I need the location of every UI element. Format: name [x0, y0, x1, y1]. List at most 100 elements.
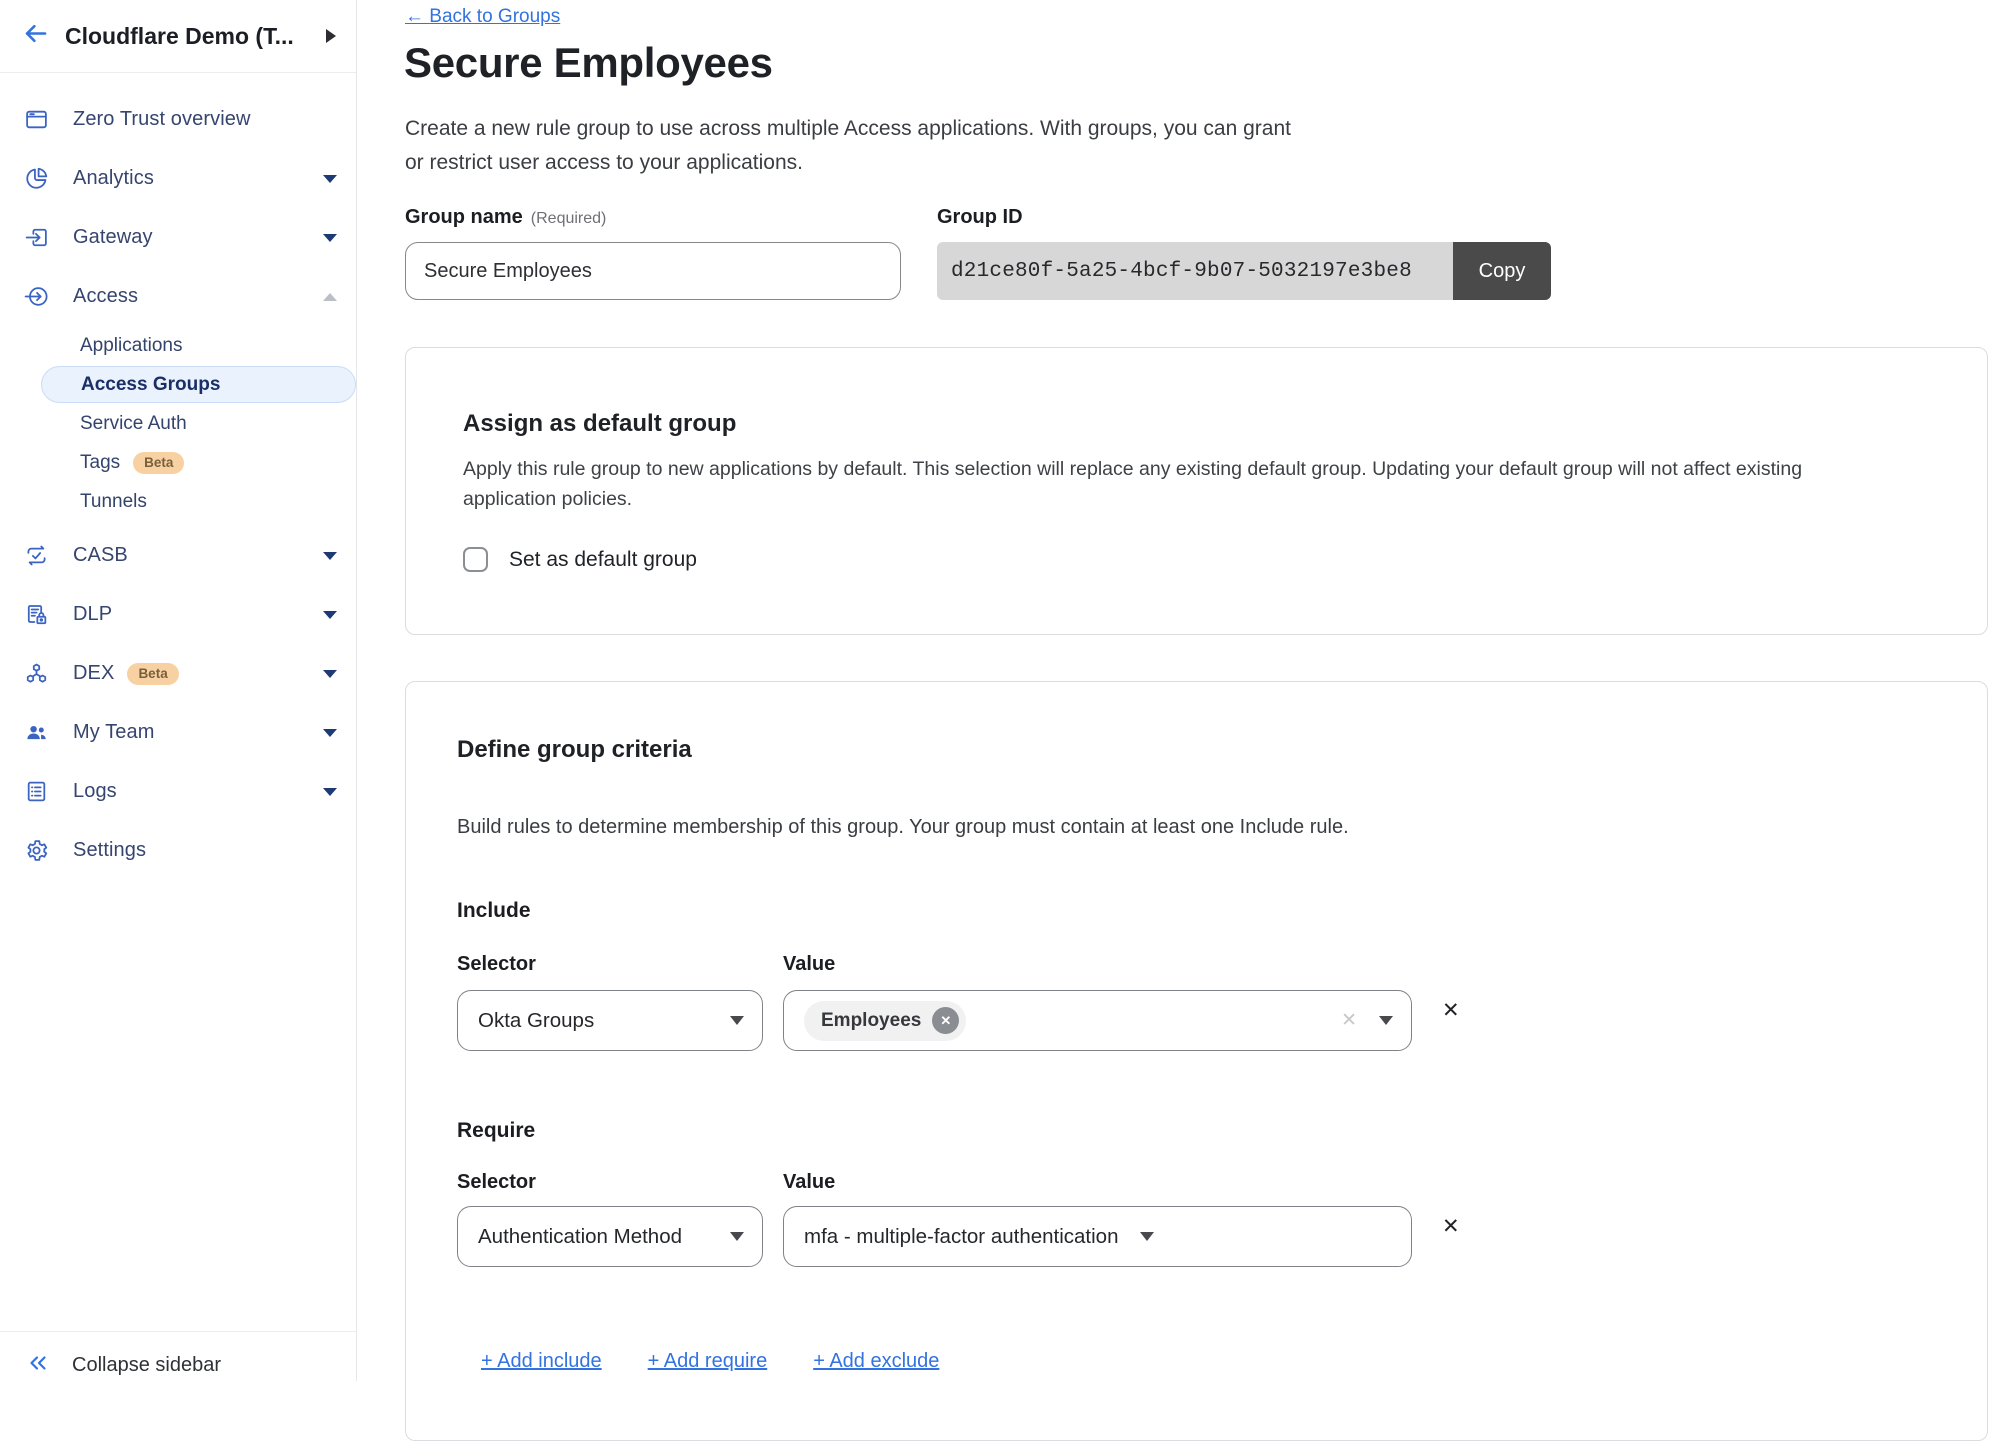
sidebar-item-casb[interactable]: CASB — [0, 526, 356, 585]
account-title: Cloudflare Demo (T... — [65, 23, 326, 50]
selected-option: Okta Groups — [478, 1009, 594, 1033]
chevron-down-icon — [1379, 1016, 1393, 1025]
beta-badge: Beta — [127, 663, 178, 685]
sidebar-item-label: Gateway — [73, 226, 153, 249]
require-heading: Require — [457, 1119, 535, 1143]
chip-label: Employees — [821, 1010, 921, 1032]
page-title: Secure Employees — [404, 39, 773, 87]
sidebar-item-label: Analytics — [73, 167, 154, 190]
remove-include-rule-icon[interactable]: ✕ — [1442, 1000, 1460, 1021]
card-title: Assign as default group — [463, 410, 736, 438]
sidebar-item-gateway[interactable]: Gateway — [0, 208, 356, 267]
copy-button[interactable]: Copy — [1453, 242, 1551, 300]
pie-chart-icon — [24, 166, 49, 191]
sidebar-item-settings[interactable]: Settings — [0, 821, 356, 880]
sidebar: Cloudflare Demo (T... Zero Trust overvie… — [0, 0, 357, 1381]
remove-require-rule-icon[interactable]: ✕ — [1442, 1216, 1460, 1237]
sidebar-nav: Zero Trust overview Analytics Gateway Ac… — [0, 73, 356, 880]
logs-icon — [24, 779, 49, 804]
casb-icon — [24, 543, 49, 568]
selected-item-pill: Access Groups — [41, 366, 356, 403]
sidebar-item-label: Tunnels — [80, 491, 147, 513]
document-lock-icon — [24, 602, 49, 627]
sidebar-item-logs[interactable]: Logs — [0, 762, 356, 821]
sidebar-item-analytics[interactable]: Analytics — [0, 149, 356, 208]
group-id-unit: d21ce80f-5a25-4bcf-9b07-5032197e3be8 Cop… — [937, 242, 1551, 300]
sidebar-item-label: Access — [73, 285, 138, 308]
default-group-checkbox-row: Set as default group — [463, 547, 697, 572]
selected-option: Authentication Method — [478, 1225, 682, 1249]
gear-icon — [24, 838, 49, 863]
sidebar-item-label: Zero Trust overview — [73, 108, 251, 131]
sidebar-item-label: DEX — [73, 662, 114, 685]
chevron-down-icon — [1140, 1232, 1154, 1241]
sidebar-item-label: Service Auth — [80, 413, 187, 435]
access-subnav: Applications Access Groups Service Auth … — [0, 326, 356, 521]
sidebar-header: Cloudflare Demo (T... — [0, 0, 356, 73]
gateway-icon — [24, 225, 49, 250]
sidebar-item-my-team[interactable]: My Team — [0, 703, 356, 762]
card-title: Define group criteria — [457, 736, 692, 764]
beta-badge: Beta — [133, 452, 184, 474]
dex-network-icon — [24, 661, 49, 686]
default-group-card: Assign as default group Apply this rule … — [405, 347, 1988, 635]
sidebar-item-dex[interactable]: DEX Beta — [0, 644, 356, 703]
group-name-input[interactable] — [405, 242, 901, 300]
chevron-up-icon — [323, 293, 337, 301]
group-id-value: d21ce80f-5a25-4bcf-9b07-5032197e3be8 — [937, 242, 1453, 300]
sidebar-item-tunnels[interactable]: Tunnels — [0, 482, 356, 521]
back-arrow-icon[interactable] — [22, 20, 49, 52]
sidebar-item-label: Tags — [80, 452, 120, 474]
sidebar-item-label: Settings — [73, 839, 146, 862]
chevron-down-icon — [323, 234, 337, 242]
chevron-down-icon — [323, 611, 337, 619]
group-id-label: Group ID — [937, 206, 1023, 229]
chevron-down-icon — [323, 552, 337, 560]
clear-value-icon[interactable]: ✕ — [1341, 1009, 1357, 1032]
team-icon — [24, 720, 49, 745]
criteria-card: Define group criteria Build rules to det… — [405, 681, 1988, 1441]
sidebar-item-label: DLP — [73, 603, 112, 626]
access-icon — [24, 284, 49, 309]
require-value-dropdown[interactable]: mfa - multiple-factor authentication — [783, 1206, 1412, 1267]
sidebar-item-label: Logs — [73, 780, 117, 803]
back-to-groups-link[interactable]: ← Back to Groups — [405, 6, 560, 28]
sidebar-item-tags[interactable]: Tags Beta — [0, 443, 356, 482]
chevron-down-icon — [323, 175, 337, 183]
sidebar-item-access-groups[interactable]: Access Groups — [0, 365, 356, 404]
include-value-multiselect[interactable]: Employees ✕ ✕ — [783, 990, 1412, 1051]
collapse-label: Collapse sidebar — [72, 1354, 221, 1377]
value-label: Value — [783, 953, 835, 976]
back-link-label: Back to Groups — [429, 6, 560, 27]
card-body: Build rules to determine membership of t… — [457, 816, 1937, 839]
chevron-right-icon[interactable] — [326, 29, 336, 43]
sidebar-item-label: My Team — [73, 721, 154, 744]
sidebar-item-applications[interactable]: Applications — [0, 326, 356, 365]
include-selector-dropdown[interactable]: Okta Groups — [457, 990, 763, 1051]
add-exclude-link[interactable]: + Add exclude — [813, 1350, 939, 1373]
sidebar-item-access[interactable]: Access — [0, 267, 356, 326]
value-chip: Employees ✕ — [804, 1001, 966, 1041]
chevron-down-icon — [323, 670, 337, 678]
page-description: Create a new rule group to use across mu… — [405, 112, 1291, 180]
collapse-sidebar-button[interactable]: Collapse sidebar — [0, 1331, 357, 1381]
value-label: Value — [783, 1171, 835, 1194]
chevron-down-icon — [323, 729, 337, 737]
add-require-link[interactable]: + Add require — [648, 1350, 768, 1373]
sidebar-item-label: Applications — [80, 335, 182, 357]
main-content: ← Back to Groups Secure Employees Create… — [358, 0, 1999, 1381]
chip-remove-icon[interactable]: ✕ — [932, 1007, 959, 1034]
left-arrow-icon: ← — [405, 6, 424, 27]
include-heading: Include — [457, 899, 531, 923]
chevron-down-icon — [323, 788, 337, 796]
add-include-link[interactable]: + Add include — [481, 1350, 602, 1373]
selector-label: Selector — [457, 953, 536, 976]
sidebar-item-dlp[interactable]: DLP — [0, 585, 356, 644]
require-selector-dropdown[interactable]: Authentication Method — [457, 1206, 763, 1267]
card-body: Apply this rule group to new application… — [463, 454, 1883, 514]
group-name-label: Group name(Required) — [405, 206, 606, 229]
sidebar-item-service-auth[interactable]: Service Auth — [0, 404, 356, 443]
default-group-checkbox[interactable] — [463, 547, 488, 572]
sidebar-item-zero-trust-overview[interactable]: Zero Trust overview — [0, 90, 356, 149]
required-hint: (Required) — [531, 210, 607, 227]
